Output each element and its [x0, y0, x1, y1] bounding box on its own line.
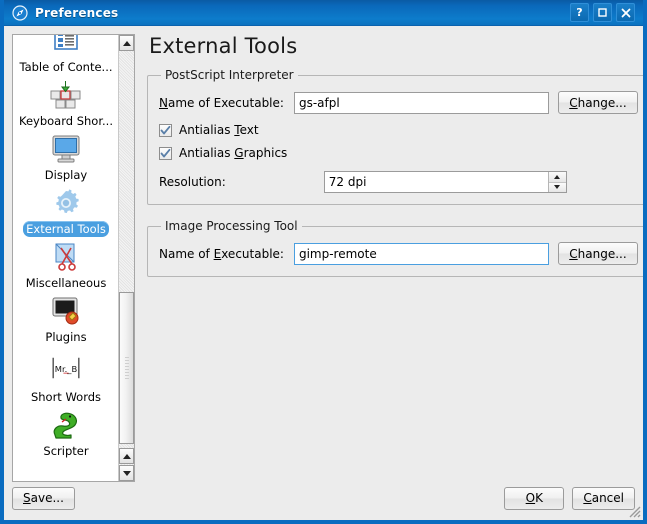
- sidebar-item-external-tools[interactable]: External Tools: [13, 186, 119, 240]
- short-words-icon: Mr._B: [48, 349, 84, 387]
- postscript-change-button[interactable]: Change...: [557, 91, 638, 114]
- sidebar-item-label: External Tools: [23, 221, 109, 237]
- window-content: Table of Conte... Keyboard Shor... Displ…: [4, 26, 643, 520]
- sidebar-item-keyboard-shortcuts[interactable]: Keyboard Shor...: [13, 78, 119, 132]
- postscript-executable-input[interactable]: [293, 91, 549, 114]
- sidebar-item-plugins[interactable]: Plugins: [13, 294, 119, 348]
- sidebar-item-label: Miscellaneous: [25, 276, 107, 290]
- help-button[interactable]: ?: [570, 3, 589, 22]
- resolution-label: Resolution:: [159, 175, 226, 189]
- thumb-grip: [124, 357, 129, 379]
- sidebar-item-scripter[interactable]: Scripter: [13, 408, 119, 462]
- antialias-graphics-row[interactable]: Antialias Graphics: [159, 146, 638, 160]
- image-tool-executable-label: Name of Executable:: [159, 246, 284, 261]
- sidebar-item-table-of-contents[interactable]: Table of Conte...: [13, 35, 119, 78]
- chevron-down-icon: [554, 185, 561, 190]
- resolution-spin-buttons[interactable]: [547, 172, 566, 192]
- keyboard-shortcuts-icon: [48, 79, 84, 111]
- sidebar-item-label: Scripter: [43, 444, 89, 458]
- image-processing-tool-group: Image Processing Tool Name of Executable…: [147, 219, 643, 277]
- sidebar-item-label: Short Words: [30, 390, 102, 404]
- category-list-viewport: Table of Conte... Keyboard Shor... Displ…: [13, 35, 119, 481]
- window-controls: ?: [570, 3, 635, 22]
- image-tool-change-button[interactable]: Change...: [557, 242, 638, 265]
- category-list[interactable]: Table of Conte... Keyboard Shor... Displ…: [12, 34, 135, 482]
- main-row: Table of Conte... Keyboard Shor... Displ…: [12, 34, 643, 482]
- scroll-up-button-bottom[interactable]: [119, 448, 134, 464]
- scroll-up-button-top[interactable]: [119, 35, 134, 51]
- resolution-value[interactable]: 72 dpi: [325, 172, 548, 192]
- scrollbar-thumb[interactable]: [119, 292, 134, 444]
- chevron-up-icon: [122, 453, 131, 459]
- close-button[interactable]: [616, 3, 635, 22]
- chevron-down-icon: [122, 470, 131, 476]
- gear-icon: [48, 187, 84, 219]
- display-monitor-icon: [48, 133, 84, 165]
- resolution-increment-button[interactable]: [548, 172, 566, 183]
- sidebar-item-display[interactable]: Display: [13, 132, 119, 186]
- sidebar-item-label: Table of Conte...: [19, 60, 113, 74]
- category-list-scrollbar[interactable]: [118, 35, 134, 481]
- title-bar: Preferences ?: [4, 0, 643, 26]
- resolution-decrement-button[interactable]: [548, 182, 566, 192]
- maximize-button[interactable]: [593, 3, 612, 22]
- image-tool-executable-row: Name of Executable: Change...: [159, 242, 638, 265]
- resolution-spinner[interactable]: 72 dpi: [323, 171, 567, 193]
- page-title: External Tools: [149, 34, 298, 58]
- cancel-button[interactable]: Cancel: [572, 486, 635, 510]
- chevron-up-icon: [554, 174, 561, 179]
- group-legend: Image Processing Tool: [165, 219, 298, 233]
- scroll-down-button[interactable]: [119, 465, 134, 481]
- postscript-executable-row: Name of Executable: Change...: [159, 91, 638, 114]
- ok-button[interactable]: OK: [504, 486, 565, 510]
- sidebar-item-short-words[interactable]: Mr._B Short Words: [13, 348, 119, 408]
- antialias-text-checkbox[interactable]: [159, 123, 172, 137]
- chevron-up-icon: [122, 40, 131, 46]
- dialog-buttons: Save... OK Cancel: [12, 484, 635, 512]
- sidebar-item-label: Plugins: [45, 330, 87, 344]
- resolution-row: Resolution: 72 dpi: [159, 171, 638, 193]
- plugins-icon: [48, 295, 84, 327]
- sidebar-item-label: Keyboard Shor...: [19, 114, 113, 128]
- preferences-window: Preferences ? Table of Conte... Keyboard…: [0, 0, 647, 524]
- application-icon: [12, 4, 28, 21]
- footer-right-buttons: OK Cancel: [504, 486, 635, 510]
- antialias-graphics-label: Antialias Graphics: [179, 146, 288, 160]
- scissors-icon: [48, 241, 84, 273]
- antialias-graphics-checkbox[interactable]: [159, 146, 172, 160]
- antialias-text-row[interactable]: Antialias Text: [159, 123, 638, 137]
- settings-pane: External Tools PostScript Interpreter Na…: [135, 34, 643, 482]
- postscript-interpreter-group: PostScript Interpreter Name of Executabl…: [147, 68, 643, 205]
- antialias-text-label: Antialias Text: [179, 123, 259, 137]
- python-snake-icon: [48, 409, 84, 441]
- svg-text:Mr._B: Mr._B: [55, 364, 78, 374]
- save-button[interactable]: Save...: [12, 486, 75, 510]
- table-of-contents-icon: [48, 35, 84, 57]
- group-legend: PostScript Interpreter: [165, 68, 294, 82]
- sidebar-item-label: Display: [44, 168, 88, 182]
- postscript-executable-label: Name of Executable:: [159, 95, 284, 110]
- window-title: Preferences: [35, 5, 119, 20]
- sidebar-item-miscellaneous[interactable]: Miscellaneous: [13, 240, 119, 294]
- image-tool-executable-input[interactable]: [293, 242, 549, 265]
